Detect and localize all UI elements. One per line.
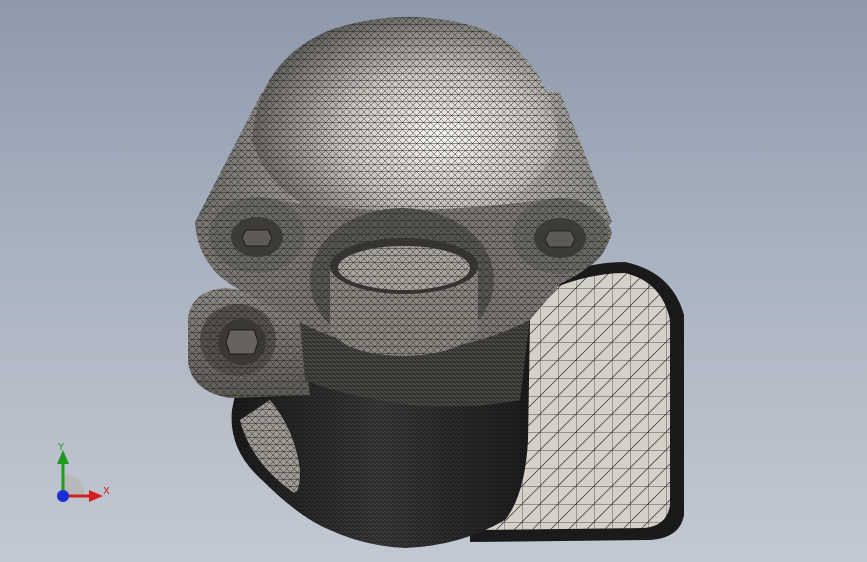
central-boss: [310, 208, 494, 356]
x-axis-arrowhead: [89, 490, 103, 502]
flange-bolt-right: [512, 198, 608, 274]
x-axis-label: X: [103, 486, 110, 497]
3d-viewport[interactable]: X Y: [0, 0, 867, 562]
z-axis-dot: [57, 490, 69, 502]
axis-triad: [57, 450, 103, 502]
flange-bolt-left: [209, 197, 305, 273]
y-axis-label: Y: [58, 442, 65, 453]
dome: [252, 16, 558, 223]
mesh-model: [188, 16, 684, 548]
